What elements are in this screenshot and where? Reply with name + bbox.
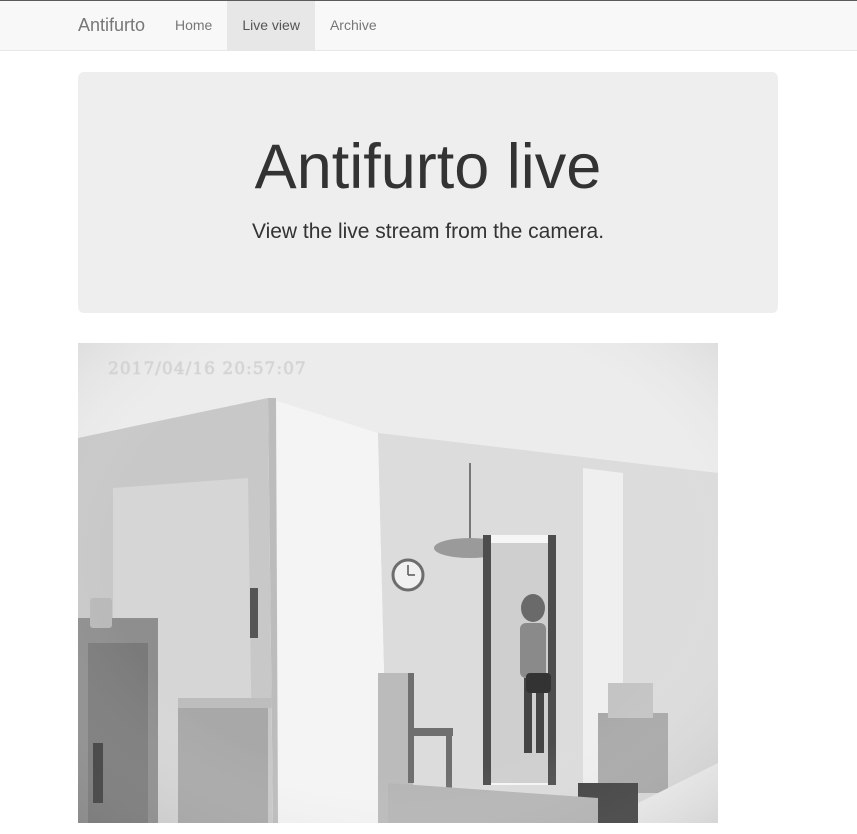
nav-item-live-view[interactable]: Live view [227,1,315,50]
nav-item-home[interactable]: Home [160,1,227,50]
stream-timestamp: 2017/04/16 20:57:07 [108,359,307,379]
nav-menu: Home Live view Archive [160,1,392,50]
page-subtitle: View the live stream from the camera. [251,220,605,243]
page-title: Antifurto live [254,132,602,202]
navbar: Antifurto Home Live view Archive [0,1,857,51]
live-stream-image: 2017/04/16 20:57:07 [78,343,718,823]
nav-item-archive[interactable]: Archive [315,1,392,50]
navbar-brand[interactable]: Antifurto [78,1,145,50]
camera-frame [78,343,718,823]
jumbotron: Antifurto live View the live stream from… [78,72,778,313]
